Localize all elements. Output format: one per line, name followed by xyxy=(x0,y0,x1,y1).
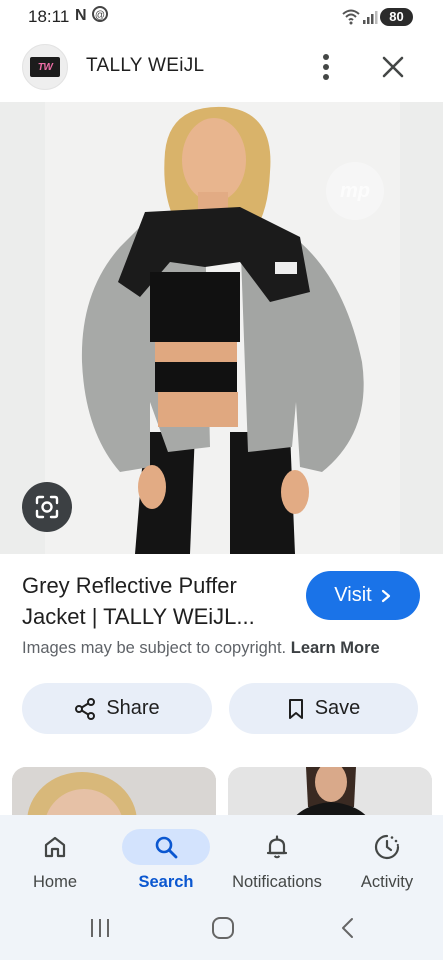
product-image[interactable]: mp xyxy=(0,102,443,554)
back-icon[interactable] xyxy=(338,916,356,940)
wifi-icon xyxy=(342,9,360,25)
visit-label: Visit xyxy=(334,584,372,606)
nav-home[interactable]: Home xyxy=(5,815,105,905)
nav-activity[interactable]: Activity xyxy=(337,815,437,905)
site-name[interactable]: TALLY WEiJL xyxy=(86,55,204,77)
site-logo[interactable]: TW xyxy=(22,44,68,90)
chevron-right-icon xyxy=(381,589,390,602)
threads-notification-icon: @ xyxy=(92,6,108,22)
signal-icon xyxy=(363,11,378,24)
share-icon xyxy=(75,697,96,720)
nav-search-label: Search xyxy=(138,873,194,891)
visit-button[interactable]: Visit xyxy=(306,571,420,620)
bell-icon xyxy=(249,829,305,865)
nav-search[interactable]: Search xyxy=(116,815,216,905)
nav-home-label: Home xyxy=(32,873,77,891)
status-time: 18:11 xyxy=(28,7,70,26)
google-lens-icon xyxy=(35,495,59,519)
home-icon xyxy=(27,829,83,865)
tally-weijl-logo-icon: TW xyxy=(30,57,60,77)
search-icon xyxy=(122,829,210,865)
netflix-notification-icon: N xyxy=(75,7,87,24)
share-label: Share xyxy=(106,697,160,719)
google-lens-button[interactable] xyxy=(22,482,72,532)
battery-icon: 80 xyxy=(380,8,413,26)
close-icon[interactable] xyxy=(378,52,408,82)
model-photo xyxy=(0,102,443,554)
nav-notifications-label: Notifications xyxy=(232,873,322,891)
more-options-icon[interactable] xyxy=(316,51,336,83)
save-button[interactable]: Save xyxy=(229,683,418,734)
bottom-navigation: Home Search Notifications Activity xyxy=(0,815,443,905)
image-title[interactable]: Grey Reflective Puffer Jacket | TALLY WE… xyxy=(22,570,292,632)
recent-apps-icon[interactable] xyxy=(88,917,112,939)
logo-text: TW xyxy=(37,61,53,73)
save-label: Save xyxy=(314,697,361,719)
copyright-text: Images may be subject to copyright. xyxy=(22,639,287,657)
status-bar: 18:11 N @ 80 xyxy=(0,0,443,36)
activity-icon xyxy=(359,829,415,865)
system-navigation-bar xyxy=(0,905,443,960)
site-header: TW TALLY WEiJL xyxy=(0,36,443,102)
nav-activity-label: Activity xyxy=(360,873,414,891)
copyright-notice: Images may be subject to copyright. Lear… xyxy=(22,639,380,658)
watermark: mp xyxy=(326,162,384,220)
nav-notifications[interactable]: Notifications xyxy=(227,815,327,905)
home-button-icon[interactable] xyxy=(210,915,236,941)
bookmark-icon xyxy=(288,698,303,719)
learn-more-link[interactable]: Learn More xyxy=(291,639,380,657)
battery-level: 80 xyxy=(389,9,404,24)
share-button[interactable]: Share xyxy=(22,683,212,734)
